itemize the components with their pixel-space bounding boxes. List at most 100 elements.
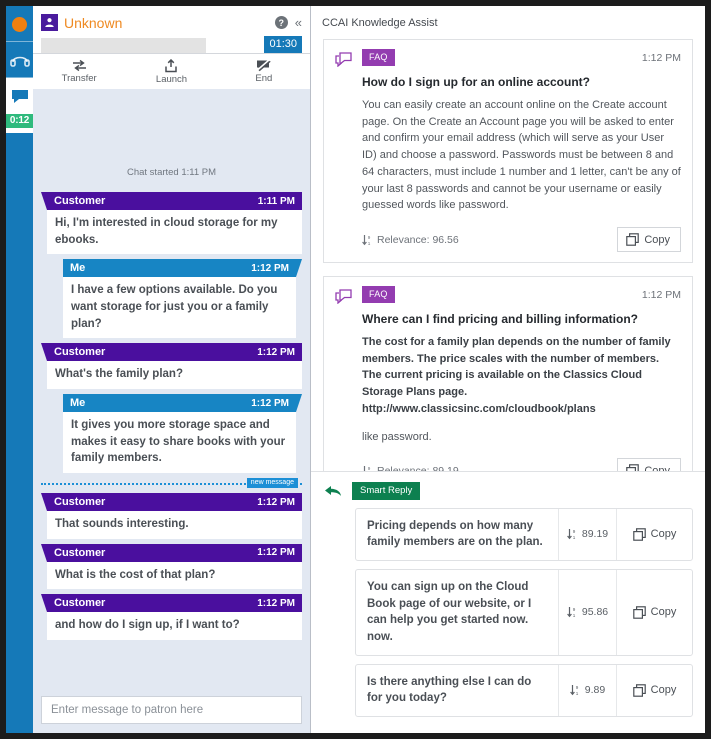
svg-text:1: 1 bbox=[576, 691, 579, 696]
end-button[interactable]: End bbox=[218, 54, 310, 89]
smart-reply-suggestion[interactable]: Is there anything else I can do for you … bbox=[355, 663, 693, 717]
message-time: 1:12 PM bbox=[257, 496, 295, 508]
chat-pane: Unknown ? « 01:30 Transfer Launch End Ch… bbox=[33, 6, 311, 733]
copy-button[interactable]: Copy bbox=[616, 508, 692, 560]
message-text: It gives you more storage space and make… bbox=[63, 412, 296, 474]
knowledge-assist-pane: CCAI Knowledge Assist FAQ 1:12 PM How do… bbox=[311, 6, 705, 733]
reply-arrow-icon bbox=[325, 485, 341, 496]
chat-message: Customer 1:12 PM What is the cost of tha… bbox=[41, 543, 302, 590]
help-icon[interactable]: ? bbox=[274, 16, 288, 29]
rail-headset-button[interactable] bbox=[6, 42, 33, 78]
smart-reply-suggestion[interactable]: Pricing depends on how many family membe… bbox=[355, 507, 693, 561]
chat-transcript[interactable]: Chat started 1:11 PM Customer 1:11 PM Hi… bbox=[33, 89, 310, 689]
message-sender: Customer bbox=[54, 597, 106, 610]
copy-button[interactable]: Copy bbox=[617, 227, 681, 253]
chat-bubble-icon bbox=[11, 89, 28, 103]
faq-time: 1:12 PM bbox=[641, 288, 681, 301]
message-time: 1:11 PM bbox=[257, 195, 295, 207]
suggestion-score: 9 1 89.19 bbox=[558, 508, 616, 560]
message-time: 1:12 PM bbox=[251, 262, 289, 274]
launch-label: Launch bbox=[155, 73, 188, 85]
sort-descending-icon: 9 1 bbox=[569, 685, 579, 696]
svg-text:9: 9 bbox=[368, 235, 371, 240]
redacted-info-bar bbox=[41, 38, 206, 53]
copy-icon bbox=[632, 527, 646, 541]
orange-dot-icon bbox=[12, 16, 27, 32]
message-time: 1:12 PM bbox=[257, 597, 295, 609]
headset-icon bbox=[9, 56, 30, 67]
message-sender: Customer bbox=[54, 195, 106, 207]
knowledge-assist-scroll[interactable]: FAQ 1:12 PM How do I sign up for an onli… bbox=[311, 39, 705, 471]
smart-reply-section: Smart Reply Pricing depends on how many … bbox=[311, 470, 705, 733]
new-message-divider: new message bbox=[41, 478, 302, 490]
faq-tag: FAQ bbox=[362, 49, 395, 66]
message-time: 1:12 PM bbox=[257, 346, 295, 358]
rail-chat-timer: 0:12 bbox=[6, 114, 33, 128]
suggestion-score-value: 89.19 bbox=[581, 528, 609, 541]
copy-button[interactable]: Copy bbox=[617, 458, 681, 471]
copy-button[interactable]: Copy bbox=[616, 664, 692, 716]
rail-status-button[interactable] bbox=[6, 6, 33, 42]
launch-button[interactable]: Launch bbox=[125, 54, 217, 89]
faq-card: FAQ 1:12 PM Where can I find pricing and… bbox=[323, 276, 693, 471]
svg-text:9: 9 bbox=[573, 529, 576, 534]
chat-message: Customer 1:12 PM That sounds interesting… bbox=[41, 493, 302, 539]
message-text: What's the family plan? bbox=[47, 361, 302, 390]
suggestion-text: Is there anything else I can do for you … bbox=[367, 675, 532, 705]
launch-icon bbox=[165, 58, 178, 72]
suggestion-score-value: 9.89 bbox=[584, 684, 606, 697]
message-time: 1:12 PM bbox=[257, 547, 295, 559]
faq-chat-icon bbox=[335, 49, 353, 252]
collapse-left-icon[interactable]: « bbox=[295, 16, 302, 29]
faq-chat-icon bbox=[335, 286, 353, 471]
transfer-icon bbox=[72, 59, 86, 72]
relevance-label: Relevance: 96.56 bbox=[377, 233, 459, 246]
relevance-score: 9 1 Relevance: 96.56 bbox=[362, 234, 459, 246]
copy-icon bbox=[632, 606, 646, 619]
transfer-button[interactable]: Transfer bbox=[33, 54, 125, 89]
chat-header: Unknown ? « 01:30 bbox=[33, 6, 310, 53]
chat-message: Me 1:12 PM It gives you more storage spa… bbox=[63, 394, 302, 474]
end-label: End bbox=[255, 73, 273, 84]
message-time: 1:12 PM bbox=[251, 397, 289, 409]
left-rail: 0:12 bbox=[6, 6, 33, 733]
faq-answer: The cost for a family plan depends on th… bbox=[362, 336, 671, 415]
message-sender: Me bbox=[70, 262, 86, 275]
end-chat-icon bbox=[257, 59, 271, 72]
svg-text:1: 1 bbox=[573, 613, 576, 618]
chat-started-label: Chat started 1:11 PM bbox=[126, 167, 217, 178]
session-timer: 01:30 bbox=[264, 36, 302, 53]
faq-answer-extra: like password. bbox=[362, 430, 432, 443]
sort-descending-icon: 9 1 bbox=[566, 529, 576, 540]
faq-card: FAQ 1:12 PM How do I sign up for an onli… bbox=[323, 39, 693, 264]
svg-text:9: 9 bbox=[573, 607, 576, 612]
copy-button[interactable]: Copy bbox=[616, 569, 692, 655]
contact-center-app: 0:12 Unknown ? « 01:30 Transfer Launch E… bbox=[6, 6, 705, 733]
sort-descending-icon: 9 1 bbox=[566, 607, 576, 618]
copy-label: Copy bbox=[650, 606, 677, 619]
faq-answer: You can easily create an account online … bbox=[362, 99, 681, 212]
chat-message: Customer 1:11 PM Hi, I'm interested in c… bbox=[41, 192, 302, 255]
message-sender: Customer bbox=[54, 496, 106, 509]
suggestion-score-value: 95.86 bbox=[581, 606, 609, 619]
copy-icon bbox=[632, 684, 646, 697]
suggestion-score: 9 1 9.89 bbox=[558, 664, 616, 716]
person-icon bbox=[45, 18, 54, 27]
transfer-label: Transfer bbox=[61, 73, 97, 84]
message-text: Hi, I'm interested in cloud storage for … bbox=[47, 210, 302, 255]
message-sender: Customer bbox=[54, 346, 106, 359]
knowledge-assist-title: CCAI Knowledge Assist bbox=[322, 17, 438, 29]
smart-reply-tag: Smart Reply bbox=[352, 481, 421, 500]
rail-chat-button[interactable] bbox=[6, 78, 33, 114]
message-input[interactable] bbox=[41, 696, 302, 724]
faq-time: 1:12 PM bbox=[641, 51, 681, 64]
message-text: I have a few options available. Do you w… bbox=[63, 277, 296, 339]
new-message-badge: new message bbox=[246, 478, 298, 489]
copy-label: Copy bbox=[644, 233, 670, 246]
composer bbox=[33, 689, 310, 733]
message-text: What is the cost of that plan? bbox=[47, 561, 302, 590]
svg-text:9: 9 bbox=[576, 685, 579, 690]
smart-reply-suggestion[interactable]: You can sign up on the Cloud Book page o… bbox=[355, 568, 693, 656]
faq-question: Where can I find pricing and billing inf… bbox=[362, 312, 638, 327]
chat-message: Customer 1:12 PM What's the family plan? bbox=[41, 343, 302, 390]
